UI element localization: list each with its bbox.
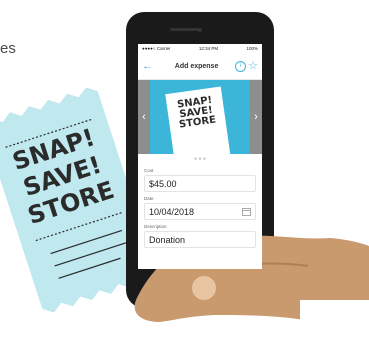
chevron-right-icon[interactable]: ›	[250, 80, 262, 154]
date-label: Date	[144, 196, 154, 201]
mini-receipt-line-3: STORE	[178, 114, 217, 131]
cost-value: $45.00	[149, 178, 177, 189]
mini-receipt: SNAP! SAVE! STORE	[165, 86, 231, 154]
status-time: 12:34 PM	[198, 46, 219, 51]
battery: 100%	[246, 46, 258, 51]
cost-field[interactable]: $45.00	[144, 175, 256, 192]
description-label: Description	[144, 224, 167, 229]
star-icon[interactable]: ☆	[248, 60, 258, 72]
expense-form: Cost $45.00 Date 10/04/2018 Description …	[138, 168, 262, 248]
carousel-indicator: ● ● ●	[194, 156, 206, 162]
back-icon[interactable]: ←	[142, 60, 158, 72]
date-value: 10/04/2018	[149, 206, 195, 217]
nav-bar: ← Add expense i ☆	[138, 53, 262, 80]
chevron-left-icon[interactable]: ‹	[138, 80, 150, 154]
thumb-nail	[192, 276, 216, 300]
phone-screen: ●●●●○ Carrier 12:34 PM 100% ← Add expens…	[138, 44, 262, 269]
calendar-icon[interactable]	[242, 207, 251, 216]
description-field[interactable]: Donation	[144, 231, 256, 248]
page-title: Add expense	[174, 62, 219, 70]
cost-label: Cost	[144, 168, 154, 173]
status-bar: ●●●●○ Carrier 12:34 PM 100%	[138, 44, 262, 53]
date-field[interactable]: 10/04/2018	[144, 203, 256, 220]
info-icon[interactable]: i	[235, 60, 247, 72]
carrier: ●●●●○ Carrier	[142, 46, 171, 51]
edge-text: es	[0, 40, 16, 57]
description-value: Donation	[149, 234, 186, 245]
receipt-carousel[interactable]: ‹ SNAP! SAVE! STORE ›	[138, 80, 262, 154]
